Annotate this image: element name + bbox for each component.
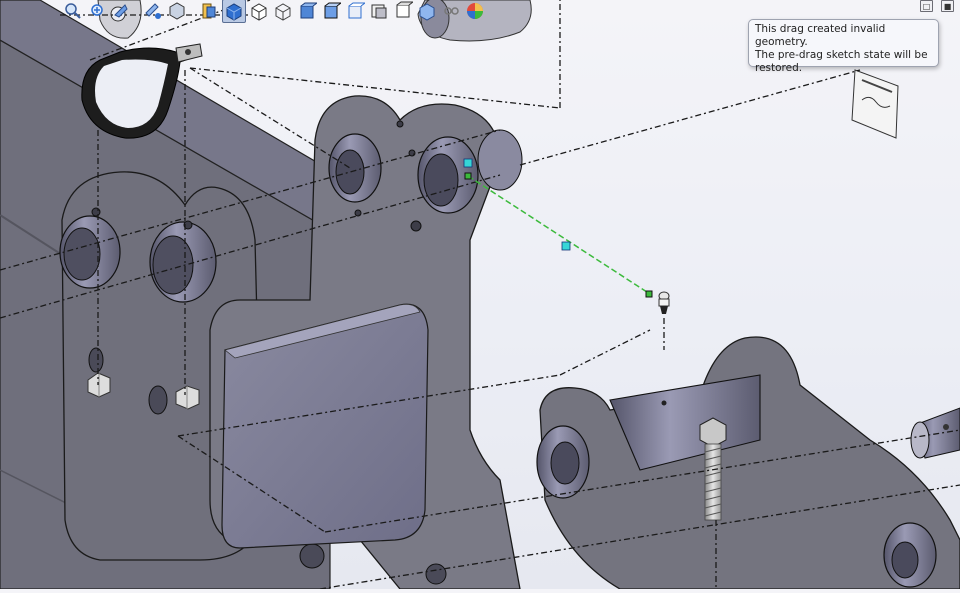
section-view-icon[interactable]: [142, 0, 164, 22]
view-orientation-icon[interactable]: [198, 0, 220, 22]
hidden-lines-removed-icon[interactable]: [248, 0, 270, 22]
dynamic-annotation-icon[interactable]: [166, 0, 188, 22]
zoom-area-icon[interactable]: [86, 0, 108, 22]
display-style-icon[interactable]: [222, 0, 246, 23]
zoom-to-fit-icon[interactable]: [62, 0, 84, 22]
hidden-lines-visible-icon[interactable]: [344, 0, 366, 22]
shaded-icon[interactable]: [296, 0, 318, 22]
pivot-pin[interactable]: [910, 407, 960, 459]
apply-scene-icon[interactable]: [416, 0, 438, 22]
appearance-sphere-icon[interactable]: [464, 0, 486, 22]
decal-tag[interactable]: [851, 69, 899, 139]
wireframe-icon[interactable]: [272, 0, 294, 22]
tooltip-line-1: This drag created invalid geometry.: [755, 23, 886, 48]
maximize-window-icon[interactable]: ■: [941, 0, 954, 12]
graphics-area[interactable]: [0, 0, 960, 590]
edit-appearance-icon[interactable]: [392, 0, 414, 22]
invalid-drag-tooltip: This drag created invalid geometry. The …: [748, 19, 939, 74]
view-toolbar: [62, 0, 486, 23]
tooltip-line-2: The pre-drag sketch state will be: [755, 49, 928, 61]
shaded-edges-icon[interactable]: [320, 0, 342, 22]
tooltip-line-3: restored.: [755, 62, 803, 74]
previous-view-icon[interactable]: [110, 0, 132, 22]
viewport-corner-controls: □ ■: [920, 0, 954, 12]
grease-fitting[interactable]: [658, 291, 670, 314]
view-settings-icon[interactable]: [440, 0, 462, 22]
bucket-link[interactable]: [536, 336, 960, 590]
hide-show-items-icon[interactable]: [368, 0, 390, 22]
restore-window-icon[interactable]: □: [920, 0, 933, 12]
